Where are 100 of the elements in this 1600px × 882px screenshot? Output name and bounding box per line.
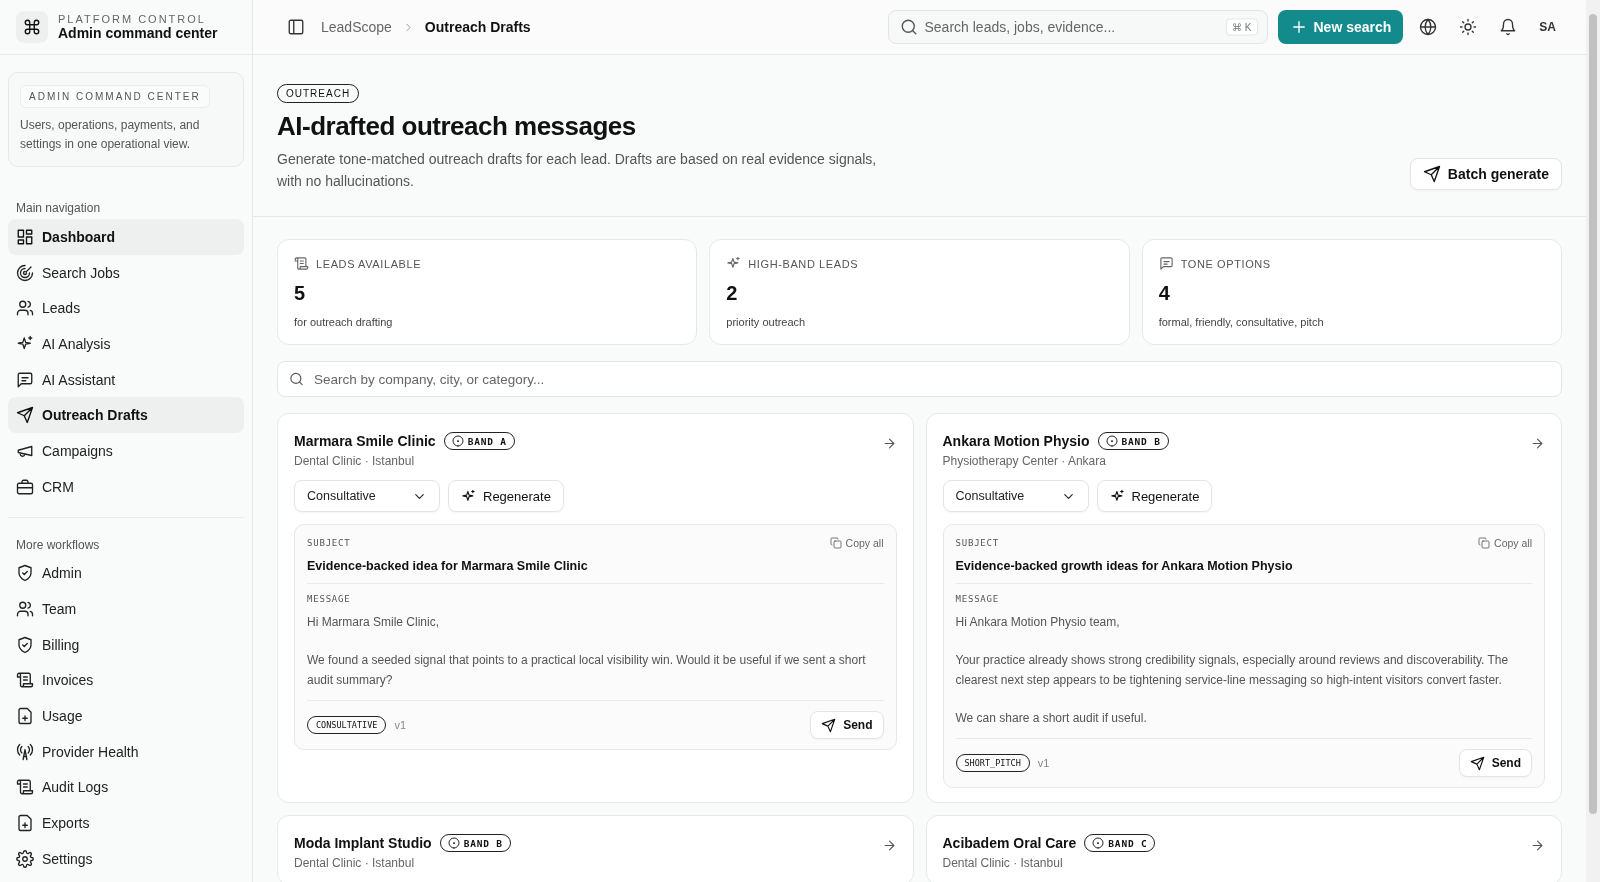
- lead-name: Moda Implant Studio: [294, 835, 432, 851]
- lead-location: Physiotherapy Center · Ankara: [942, 454, 1107, 468]
- users-icon: [16, 600, 34, 619]
- message-paragraph: Your practice already shows strong credibility signals, especially around reviews and discoverability. The clearest next step appears to be tightening service-line messaging so high-intent visitors convert faster.: [955, 652, 1510, 689]
- send-icon: [1469, 755, 1485, 771]
- stat-label: HIGH-BAND LEADS: [748, 257, 859, 270]
- send-icon: [16, 406, 34, 425]
- scroll-icon: [16, 778, 34, 797]
- band-label: BAND A: [467, 435, 507, 447]
- message-paragraph: We found a seeded signal that points to a practical local visibility win. Would it be useful if we sent a short audit summary?: [307, 652, 867, 689]
- arrow-icon[interactable]: [1530, 436, 1545, 451]
- arrow-icon[interactable]: [1530, 838, 1545, 853]
- message-label: MESSAGE: [307, 594, 352, 604]
- stat-value: 2: [726, 282, 739, 305]
- copy-icon: [829, 537, 842, 549]
- command-key-icon: [23, 18, 41, 36]
- lead-location: Dental Clinic · Istanbul: [294, 454, 416, 468]
- lead-name: Marmara Smile Clinic: [294, 433, 436, 449]
- copy-all-link[interactable]: Copy all: [829, 537, 884, 549]
- scroll-icon: [294, 256, 309, 271]
- nav-heading: Main navigation: [15, 201, 102, 215]
- new-search-button[interactable]: New search: [1277, 10, 1404, 44]
- stat-value: 5: [294, 282, 307, 305]
- nav-item[interactable]: Leads: [8, 290, 244, 327]
- message-paragraph: We can share a short audit if useful.: [955, 710, 1148, 727]
- settings-icon: [16, 849, 34, 868]
- nav-heading: More workflows: [15, 537, 101, 552]
- version-label: v1: [394, 719, 407, 731]
- grid-icon: [16, 227, 34, 246]
- subject-text: Evidence-backed growth ideas for Ankara Motion Physio: [955, 559, 1294, 573]
- regenerate-button[interactable]: Regenerate: [448, 480, 564, 512]
- band-label: BAND B: [463, 837, 503, 849]
- tone-select[interactable]: Consultative: [942, 480, 1089, 512]
- nav-item[interactable]: Invoices: [8, 662, 244, 699]
- copy-icon: [1478, 537, 1491, 549]
- filter-search-field[interactable]: Search by company, city, or category...: [277, 361, 1562, 397]
- page-title: AI-drafted outreach messages: [277, 111, 637, 142]
- users-icon: [16, 299, 34, 318]
- page-description: Generate tone-matched outreach drafts for each lead. Drafts are based on real evidence signals, with no hallucinations.: [277, 150, 878, 191]
- brand-eyebrow: PLATFORM CONTROL: [58, 13, 207, 25]
- stat-label: TONE OPTIONS: [1180, 257, 1271, 270]
- stat-caption: for outreach drafting: [294, 316, 394, 328]
- nav-item[interactable]: Billing: [8, 626, 244, 663]
- search-icon: [899, 18, 918, 36]
- nav-item[interactable]: AI Assistant: [8, 361, 244, 398]
- nav-item[interactable]: Team: [8, 591, 244, 627]
- stat-value: 4: [1158, 282, 1171, 305]
- lead-name: Ankara Motion Physio: [942, 433, 1090, 449]
- stat-caption: formal, friendly, consultative, pitch: [1158, 316, 1325, 328]
- scrollbar[interactable]: [1586, 0, 1600, 882]
- copy-all-link[interactable]: Copy all: [1478, 537, 1532, 549]
- subject-label: SUBJECT: [955, 538, 1000, 548]
- nav-item[interactable]: Outreach Drafts: [8, 397, 244, 434]
- lead-name: Acibadem Oral Care: [942, 835, 1077, 851]
- scroll-icon: [16, 671, 34, 690]
- file-icon: [16, 707, 34, 726]
- shield-icon: [16, 635, 34, 654]
- nav-item[interactable]: AI Analysis: [8, 326, 244, 362]
- briefcase-icon: [16, 477, 34, 496]
- file-icon: [16, 814, 34, 833]
- arrow-icon[interactable]: [881, 436, 897, 451]
- batch-generate-button[interactable]: Batch generate: [1409, 158, 1562, 190]
- nav-item[interactable]: Exports: [8, 805, 244, 841]
- version-label: v1: [1037, 757, 1050, 769]
- arrow-icon[interactable]: [881, 838, 897, 853]
- antenna-icon: [16, 742, 34, 761]
- nav-item[interactable]: Campaigns: [8, 433, 244, 469]
- subject-text: Evidence-backed idea for Marmara Smile Clinic: [307, 559, 589, 573]
- sun-icon[interactable]: [1459, 18, 1478, 36]
- band-label: BAND B: [1121, 435, 1161, 447]
- send-button[interactable]: Send: [810, 711, 884, 739]
- brand-title: Admin command center: [58, 25, 218, 41]
- bell-icon[interactable]: [1499, 18, 1518, 36]
- nav-item[interactable]: Usage: [8, 698, 244, 734]
- nav-item[interactable]: Audit Logs: [8, 769, 244, 806]
- breadcrumb-link[interactable]: LeadScope: [321, 19, 392, 35]
- nav-item[interactable]: Search Jobs: [8, 254, 244, 291]
- nav-item[interactable]: Settings: [8, 841, 244, 877]
- sparkle-icon: [726, 256, 742, 271]
- send-icon: [821, 717, 837, 733]
- chat-icon: [16, 370, 34, 389]
- stat-label: LEADS AVAILABLE: [316, 257, 422, 270]
- send-button[interactable]: Send: [1458, 749, 1532, 777]
- lead-location: Dental Clinic · Istanbul: [294, 856, 416, 870]
- regenerate-button[interactable]: Regenerate: [1096, 480, 1213, 512]
- nav-item[interactable]: Dashboard: [8, 219, 244, 255]
- globe-icon[interactable]: [1419, 18, 1438, 36]
- send-icon: [1422, 165, 1441, 183]
- sidebar-toggle-icon[interactable]: [287, 18, 305, 36]
- nav-item[interactable]: CRM: [8, 468, 244, 505]
- nav-item[interactable]: Provider Health: [8, 733, 244, 770]
- info-badge: ADMIN COMMAND CENTER: [20, 85, 210, 108]
- lead-location: Dental Clinic · Istanbul: [942, 856, 1064, 870]
- breadcrumb-link[interactable]: Outreach Drafts: [424, 19, 531, 35]
- subject-label: SUBJECT: [307, 538, 351, 548]
- sparkle-icon: [1109, 488, 1125, 504]
- target-icon: [16, 263, 34, 282]
- stat-caption: priority outreach: [726, 316, 807, 328]
- tone-select[interactable]: Consultative: [294, 480, 440, 512]
- nav-item[interactable]: Admin: [8, 555, 244, 592]
